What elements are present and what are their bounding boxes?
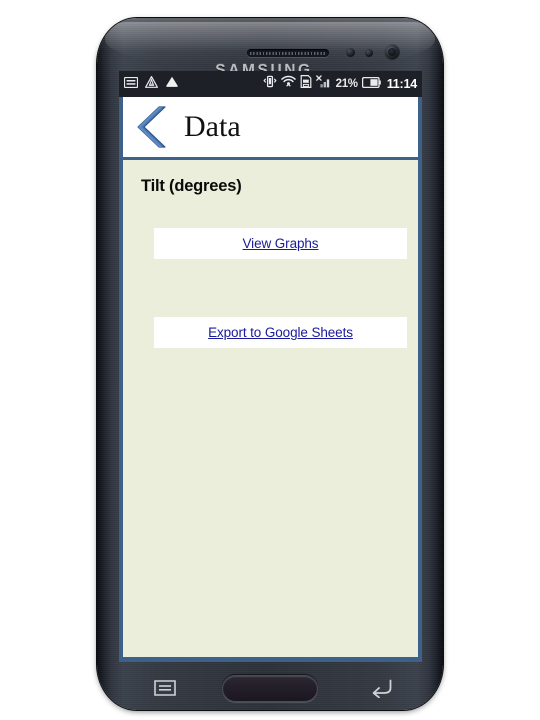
- wifi-icon: [280, 75, 296, 93]
- chevron-left-icon[interactable]: [132, 105, 166, 149]
- phone-device: SAMSUNG: [97, 18, 443, 710]
- vibrate-icon: [263, 75, 277, 93]
- section-label-tilt: Tilt (degrees): [141, 177, 242, 195]
- android-status-bar: 21% 11:14: [119, 71, 422, 97]
- phone-screen: 21% 11:14 Data Tilt (degrees) View Graph…: [119, 71, 422, 662]
- app-header-bar: Data: [123, 97, 418, 160]
- export-to-google-sheets-panel[interactable]: Export to Google Sheets: [154, 317, 407, 348]
- cloud-upload-icon: [165, 75, 179, 93]
- proximity-sensor: [346, 48, 355, 57]
- warning-triangle-icon: [145, 75, 158, 93]
- page-title: Data: [184, 110, 241, 143]
- battery-percent-label: 21%: [335, 78, 358, 90]
- view-graphs-panel[interactable]: View Graphs: [154, 228, 407, 259]
- export-to-google-sheets-link[interactable]: Export to Google Sheets: [208, 325, 353, 340]
- status-bar-right-icons: 21% 11:14: [263, 75, 417, 93]
- back-key-icon[interactable]: [371, 678, 393, 698]
- keyboard-icon: [123, 75, 139, 93]
- light-sensor: [365, 49, 373, 57]
- status-bar-clock: 11:14: [386, 77, 417, 91]
- front-camera: [384, 44, 400, 60]
- signal-bars-icon: [315, 75, 332, 93]
- view-graphs-link[interactable]: View Graphs: [243, 236, 319, 251]
- home-key[interactable]: [222, 675, 318, 702]
- sd-card-icon: [300, 75, 312, 93]
- menu-key-icon[interactable]: [154, 680, 176, 696]
- battery-icon: [361, 75, 381, 93]
- app-viewport: Data Tilt (degrees) View Graphs Export t…: [119, 97, 422, 662]
- status-bar-left-icons: [123, 75, 179, 93]
- earpiece-speaker-grille: [247, 49, 329, 57]
